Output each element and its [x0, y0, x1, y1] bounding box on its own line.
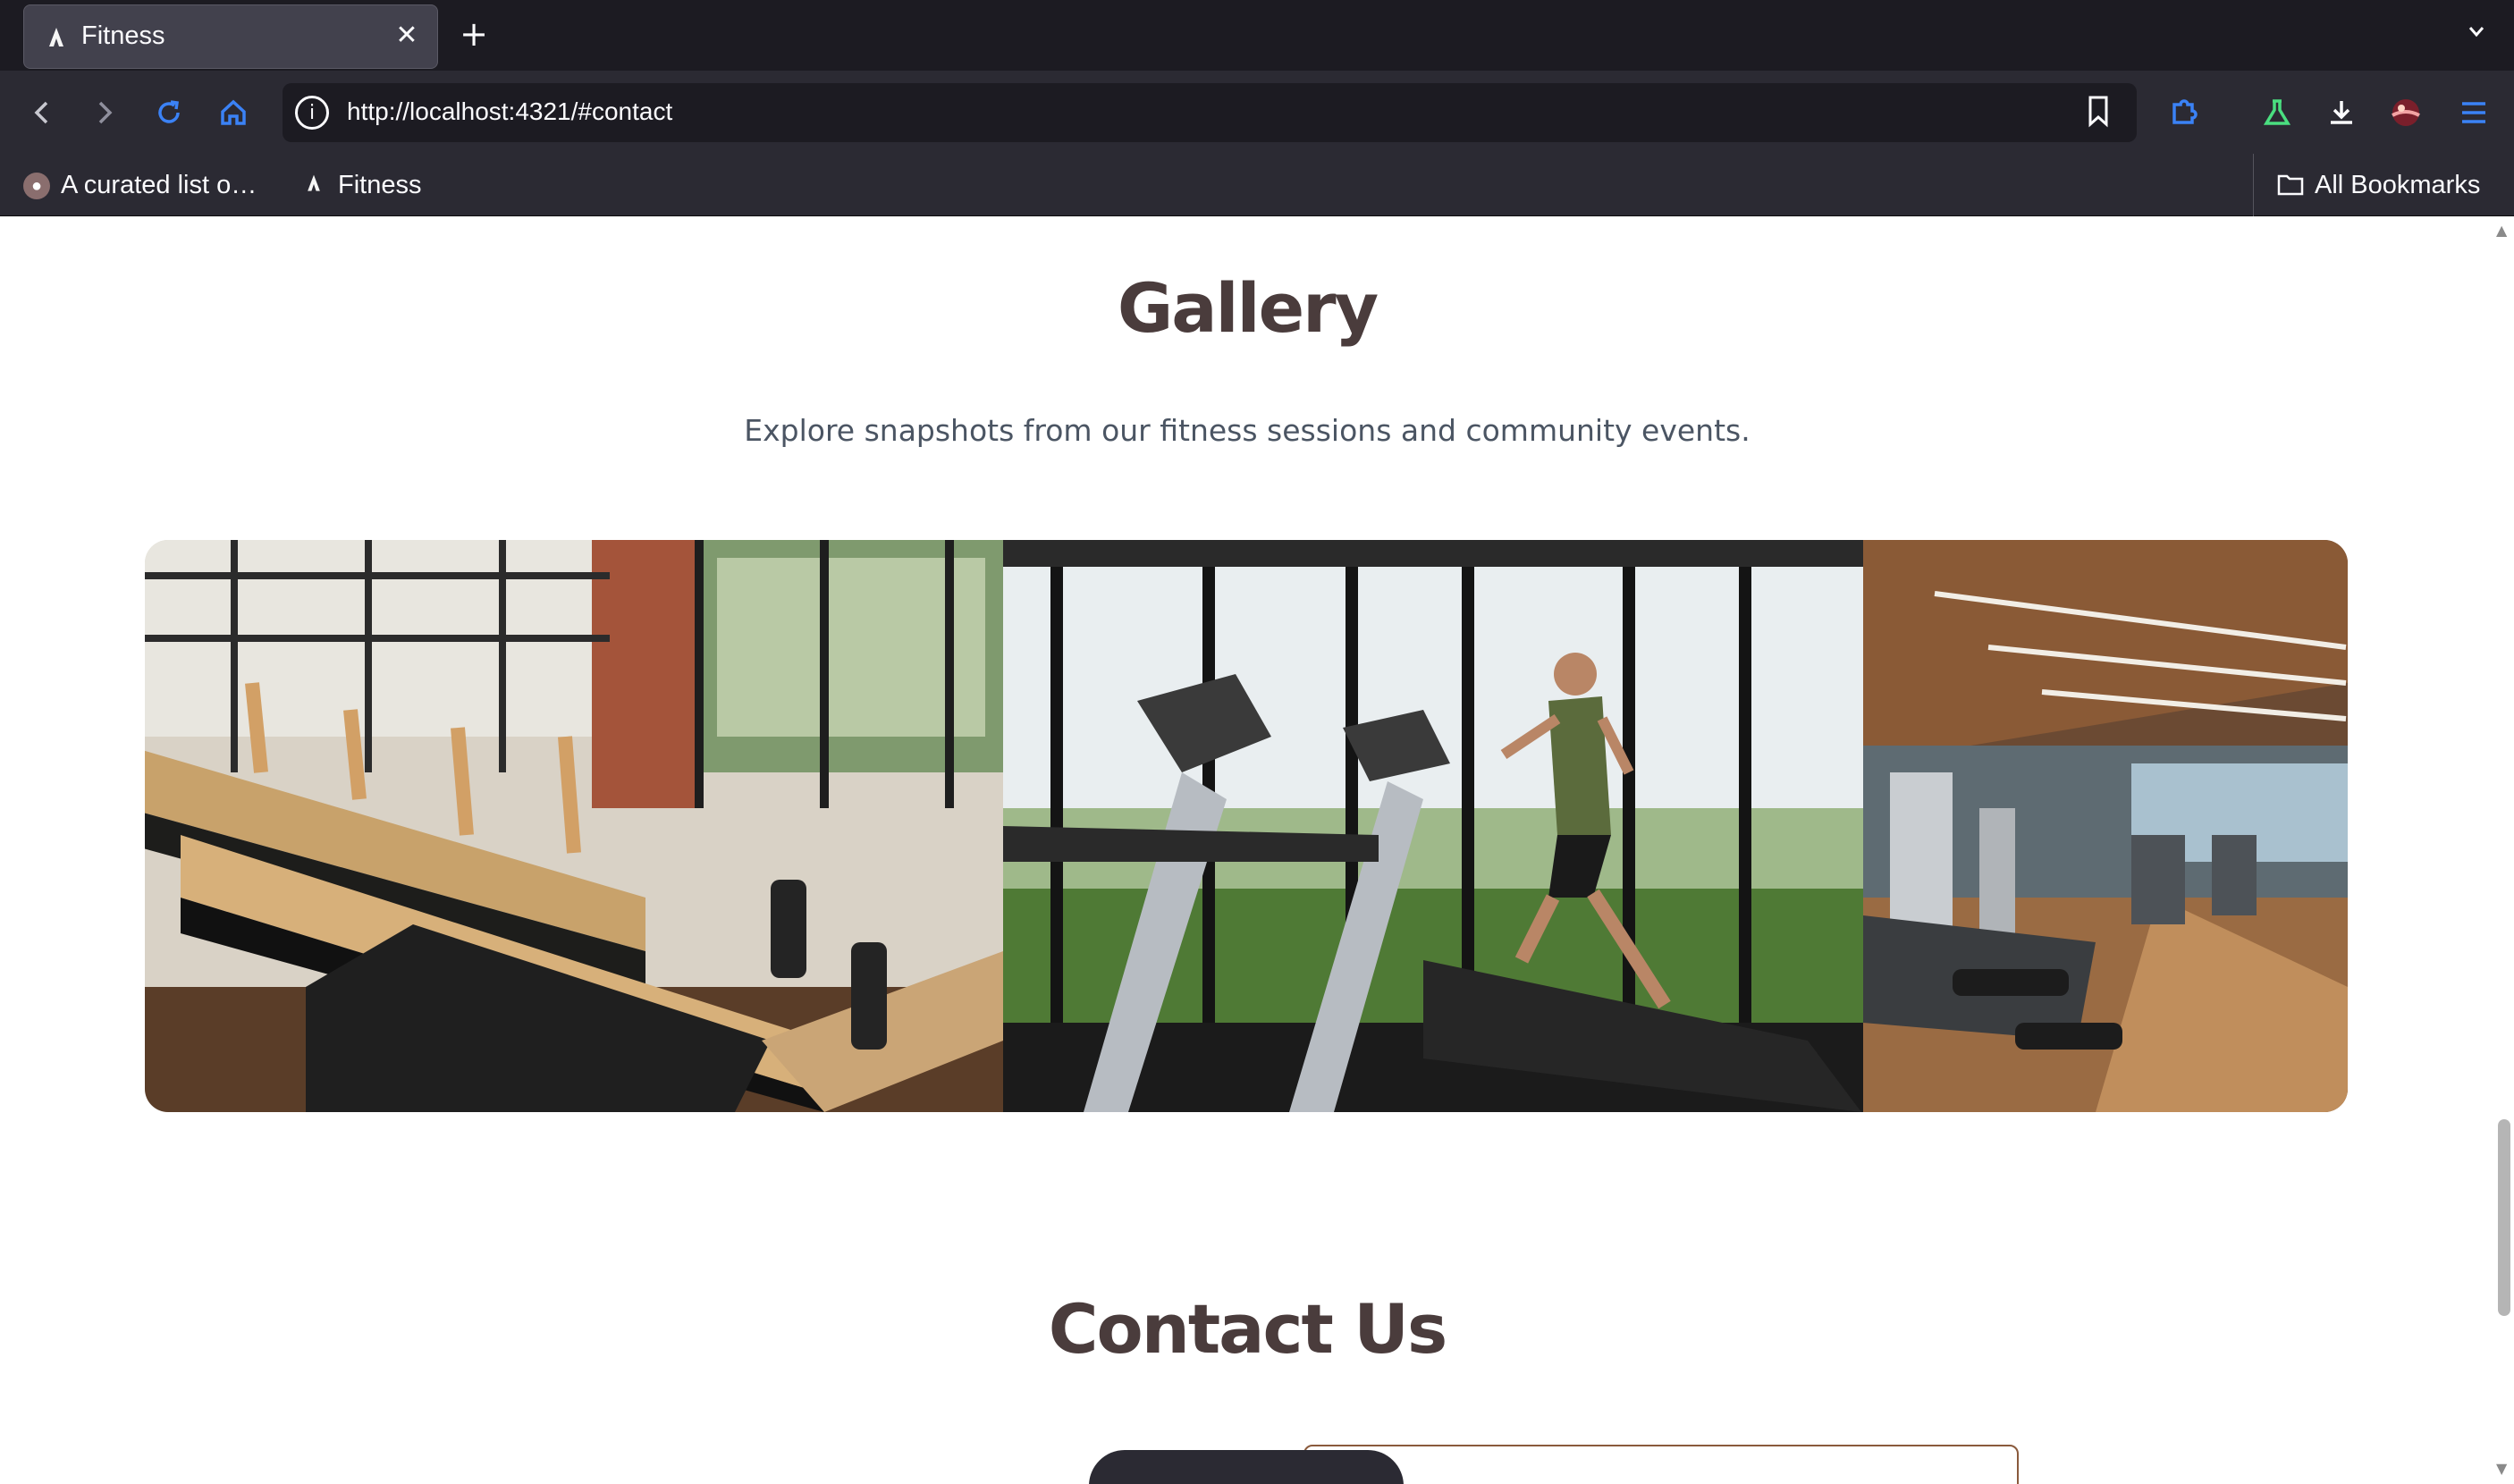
home-icon — [221, 99, 246, 125]
contact-heading: Contact Us — [1048, 1289, 1448, 1369]
back-arrow-icon — [34, 101, 48, 124]
address-bar[interactable]: i http://localhost:4321/#contact — [283, 83, 2137, 142]
bookmark-item-fitness[interactable]: Fitness — [300, 154, 421, 216]
fitness-favicon-icon — [44, 25, 69, 50]
treadmill-runner-photo[interactable] — [1003, 540, 1863, 1112]
forward-button[interactable] — [82, 90, 127, 135]
all-bookmarks-label: All Bookmarks — [2315, 171, 2481, 199]
extensions-icon[interactable] — [2162, 90, 2206, 135]
contact-form-input[interactable] — [1303, 1445, 2019, 1484]
account-avatar-icon[interactable] — [2383, 90, 2428, 135]
bookmark-label: Fitness — [338, 171, 422, 199]
scrollbar-thumb[interactable] — [2498, 1119, 2510, 1316]
bookmark-star-icon[interactable] — [2083, 94, 2113, 131]
labs-flask-icon[interactable] — [2255, 90, 2299, 135]
pilates-reformers-photo[interactable] — [145, 540, 1003, 1112]
tab-fitness[interactable]: Fitness ✕ — [23, 4, 438, 69]
bookmarks-toolbar: ● A curated list o… Fitness All Bookmarks — [0, 154, 2514, 216]
tab-list-chevron-icon[interactable] — [2457, 16, 2496, 55]
gym-floor-photo[interactable] — [1863, 540, 2348, 1112]
back-button[interactable] — [20, 90, 64, 135]
downloads-icon[interactable] — [2319, 90, 2364, 135]
reload-icon — [158, 100, 180, 123]
tab-strip: Fitness ✕ + — [0, 0, 2514, 71]
home-button[interactable] — [211, 90, 256, 135]
gallery-heading: Gallery — [1117, 268, 1379, 348]
browser-window: Fitness ✕ + i http://localhost:4321/#con… — [0, 0, 2514, 1484]
gallery-strip — [145, 540, 2348, 1112]
folder-icon — [2277, 173, 2304, 199]
new-tab-button[interactable]: + — [458, 16, 490, 52]
globe-icon: ● — [23, 173, 50, 200]
url-text[interactable]: http://localhost:4321/#contact — [347, 97, 672, 126]
tab-title: Fitness — [81, 21, 165, 50]
bookmark-label: A curated list o… — [61, 171, 257, 199]
all-bookmarks-button[interactable]: All Bookmarks — [2253, 154, 2480, 216]
reload-button[interactable] — [147, 90, 191, 135]
navigation-toolbar: i http://localhost:4321/#contact — [0, 71, 2514, 154]
scroll-down-arrow-icon[interactable]: ▼ — [2496, 1460, 2507, 1477]
page-scrollbar[interactable]: ▲ ▼ — [2494, 216, 2514, 1484]
page-viewport: Gallery Explore snapshots from our fitne… — [0, 216, 2514, 1484]
bookmark-item-curated-list[interactable]: ● A curated list o… — [23, 154, 257, 216]
menu-icon[interactable] — [2451, 90, 2496, 135]
tab-close-icon[interactable]: ✕ — [391, 20, 423, 52]
forward-arrow-icon — [98, 101, 113, 124]
scroll-up-arrow-icon[interactable]: ▲ — [2496, 222, 2507, 239]
site-info-icon[interactable]: i — [295, 96, 329, 130]
gallery-subtitle: Explore snapshots from our fitness sessi… — [744, 413, 1751, 448]
dev-toolbar[interactable] — [1089, 1450, 1404, 1484]
fitness-favicon-icon — [300, 173, 327, 199]
